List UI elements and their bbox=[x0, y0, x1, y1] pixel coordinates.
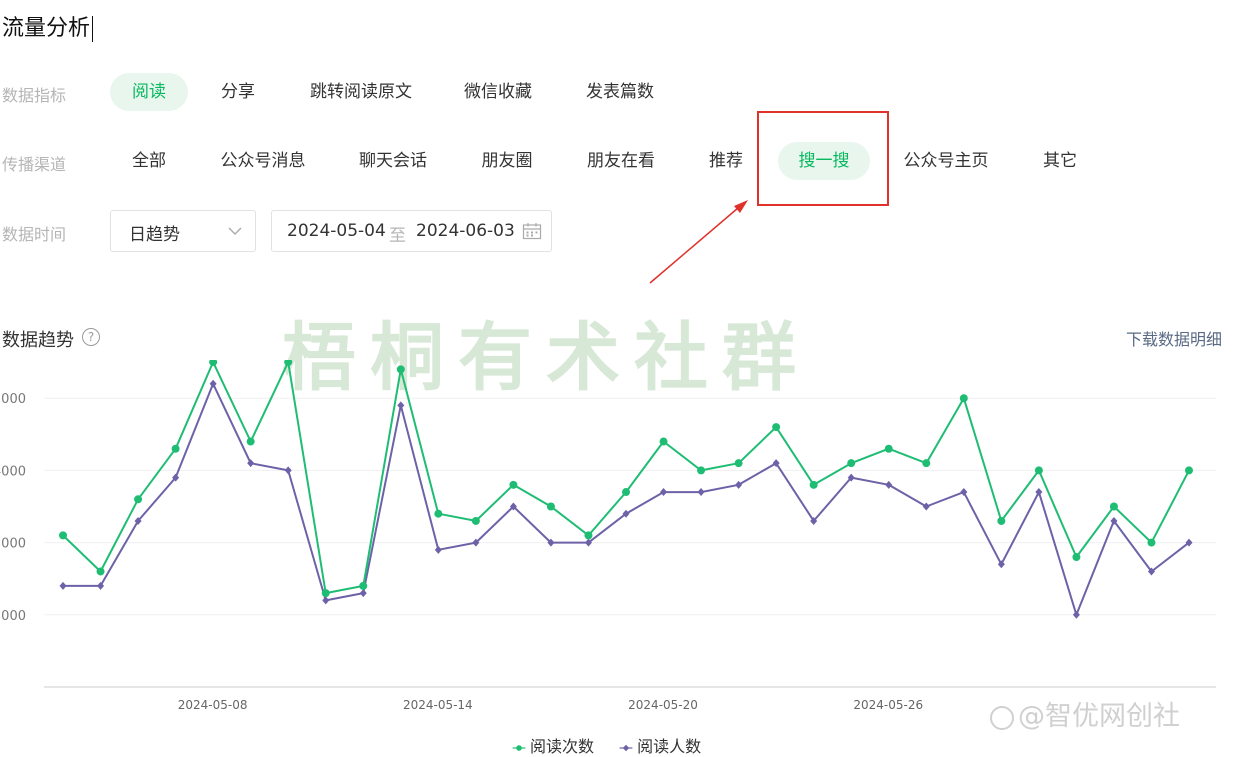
data-point-reads[interactable] bbox=[809, 480, 818, 489]
data-point-reads[interactable] bbox=[922, 459, 931, 468]
granularity-select[interactable]: 日趋势 bbox=[110, 210, 256, 252]
data-point-users[interactable] bbox=[359, 589, 367, 598]
data-point-reads[interactable] bbox=[734, 459, 743, 468]
metric-label: 数据指标 bbox=[2, 86, 67, 105]
metric-option-read-original[interactable]: 跳转阅读原文 bbox=[298, 73, 424, 111]
data-point-users[interactable] bbox=[59, 581, 67, 590]
metric-option-reads[interactable]: 阅读 bbox=[110, 73, 188, 111]
highlight-box bbox=[757, 111, 889, 206]
legend-label-users: 阅读人数 bbox=[637, 737, 702, 756]
metric-option-shares[interactable]: 分享 bbox=[205, 73, 271, 111]
channel-option-other[interactable]: 其它 bbox=[1030, 142, 1090, 180]
data-point-reads[interactable] bbox=[246, 437, 255, 446]
chevron-down-icon bbox=[228, 227, 242, 235]
start-date[interactable]: 2024-05-04 bbox=[287, 221, 386, 241]
trend-chart: 2000 3000 4000 5000 2024-05-08 2024-05-14 202… bbox=[0, 360, 1216, 712]
data-point-reads[interactable] bbox=[997, 516, 1006, 525]
channel-option-all[interactable]: 全部 bbox=[118, 142, 180, 180]
data-point-reads[interactable] bbox=[772, 423, 781, 432]
legend-swatch-users bbox=[619, 744, 633, 751]
x-tick-label: 2024-05-14 bbox=[403, 698, 473, 712]
date-range-picker[interactable]: 2024-05-04 至 2024-06-03 bbox=[271, 210, 552, 252]
data-point-reads[interactable] bbox=[284, 360, 293, 367]
channel-label: 传播渠道 bbox=[2, 155, 67, 174]
end-date[interactable]: 2024-06-03 bbox=[416, 221, 515, 241]
y-tick-label: 3000 bbox=[0, 537, 26, 552]
channel-option-moments[interactable]: 朋友圈 bbox=[472, 142, 542, 180]
help-icon[interactable]: ? bbox=[82, 328, 100, 346]
data-point-reads[interactable] bbox=[171, 444, 180, 453]
data-point-reads[interactable] bbox=[134, 495, 143, 504]
data-point-users[interactable] bbox=[247, 459, 255, 468]
data-point-reads[interactable] bbox=[209, 360, 218, 367]
data-point-reads[interactable] bbox=[471, 516, 480, 525]
data-point-reads[interactable] bbox=[96, 567, 105, 576]
data-point-reads[interactable] bbox=[1185, 466, 1193, 475]
x-tick-label: 2024-05-26 bbox=[853, 698, 923, 712]
time-label: 数据时间 bbox=[2, 225, 67, 244]
channel-option-friends-watching[interactable]: 朋友在看 bbox=[578, 142, 664, 180]
legend-item-reads[interactable]: 阅读次数 bbox=[512, 733, 594, 757]
data-point-reads[interactable] bbox=[697, 466, 706, 475]
data-point-users[interactable] bbox=[1072, 610, 1080, 619]
channel-option-recommend[interactable]: 推荐 bbox=[700, 142, 752, 180]
data-point-reads[interactable] bbox=[1034, 466, 1043, 475]
data-point-users[interactable] bbox=[922, 502, 930, 511]
granularity-value: 日趋势 bbox=[129, 225, 180, 245]
data-point-users[interactable] bbox=[284, 466, 292, 475]
annotation-arrow bbox=[649, 200, 748, 284]
data-point-reads[interactable] bbox=[659, 437, 668, 446]
data-point-users[interactable] bbox=[735, 480, 743, 489]
y-tick-label: 2000 bbox=[0, 609, 26, 624]
calendar-icon bbox=[522, 223, 542, 240]
legend-item-users[interactable]: 阅读人数 bbox=[619, 733, 701, 757]
corner-watermark: @智优网创社 bbox=[990, 694, 1180, 733]
data-point-users[interactable] bbox=[697, 488, 705, 497]
data-point-reads[interactable] bbox=[59, 531, 67, 540]
series-line-users bbox=[63, 382, 1190, 616]
metric-option-wechat-favorites[interactable]: 微信收藏 bbox=[452, 73, 544, 111]
data-point-reads[interactable] bbox=[509, 480, 518, 489]
data-point-users[interactable] bbox=[434, 545, 442, 554]
channel-option-account-messages[interactable]: 公众号消息 bbox=[210, 142, 316, 180]
data-point-reads[interactable] bbox=[884, 444, 893, 453]
data-point-reads[interactable] bbox=[434, 509, 443, 518]
metric-option-post-count[interactable]: 发表篇数 bbox=[574, 73, 666, 111]
legend-label-reads: 阅读次数 bbox=[530, 737, 595, 756]
channel-option-account-homepage[interactable]: 公众号主页 bbox=[896, 142, 996, 180]
data-point-reads[interactable] bbox=[396, 365, 405, 374]
x-tick-label: 2024-05-20 bbox=[628, 698, 698, 712]
data-point-reads[interactable] bbox=[959, 394, 968, 403]
date-separator: 至 bbox=[389, 226, 406, 246]
paw-icon bbox=[990, 705, 1014, 730]
legend-swatch-reads bbox=[512, 744, 526, 751]
y-tick-label: 4000 bbox=[0, 464, 26, 479]
data-point-reads[interactable] bbox=[359, 581, 368, 590]
data-point-reads[interactable] bbox=[847, 459, 856, 468]
data-point-reads[interactable] bbox=[1072, 553, 1081, 562]
data-point-users[interactable] bbox=[397, 401, 405, 410]
download-data-link[interactable]: 下载数据明细 bbox=[1126, 326, 1222, 350]
data-point-users[interactable] bbox=[322, 596, 330, 605]
x-tick-label: 2024-05-08 bbox=[178, 698, 248, 712]
data-point-reads[interactable] bbox=[1109, 502, 1118, 511]
data-point-reads[interactable] bbox=[1147, 538, 1156, 547]
data-point-users[interactable] bbox=[209, 379, 217, 388]
trend-title: 数据趋势 bbox=[2, 330, 74, 351]
data-point-reads[interactable] bbox=[622, 488, 630, 497]
data-point-reads[interactable] bbox=[584, 531, 593, 540]
page-title: 流量分析 bbox=[2, 10, 94, 42]
channel-option-chats[interactable]: 聊天会话 bbox=[348, 142, 438, 180]
data-point-reads[interactable] bbox=[546, 502, 555, 511]
data-point-users[interactable] bbox=[660, 488, 668, 497]
text-caret bbox=[92, 16, 94, 42]
chart-legend: 阅读次数 阅读人数 bbox=[512, 733, 721, 757]
y-tick-label: 5000 bbox=[0, 392, 26, 407]
series-line-reads bbox=[62, 361, 1190, 595]
data-point-reads[interactable] bbox=[321, 589, 330, 598]
data-point-users[interactable] bbox=[885, 480, 893, 489]
